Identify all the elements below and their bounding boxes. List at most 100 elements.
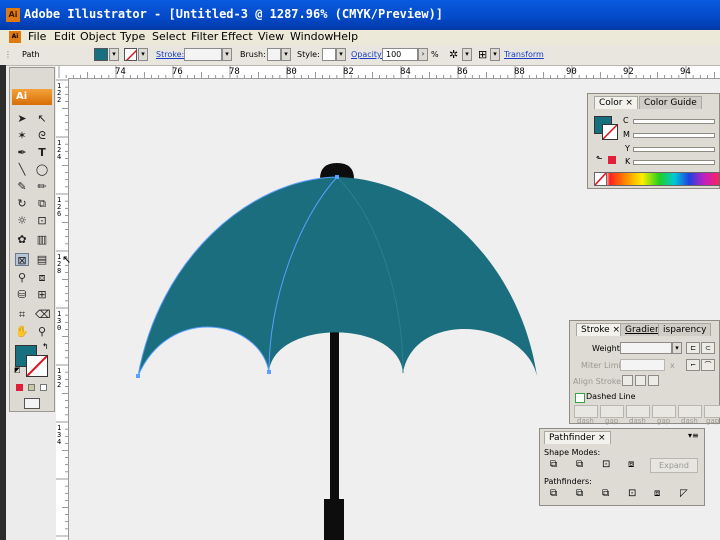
tab-stroke[interactable]: Stroke × (576, 323, 626, 336)
spectrum-none-swatch[interactable] (594, 172, 607, 186)
graph-tool-icon[interactable]: ▥ (35, 233, 49, 246)
swap-colors-icon[interactable]: ↰ (42, 342, 49, 351)
scale-tool-icon[interactable]: ⧉ (35, 197, 49, 210)
symbol-sprayer-tool-icon[interactable]: ✿ (15, 233, 29, 246)
tab-color-guide[interactable]: Color Guide (639, 96, 702, 109)
align-center-button[interactable] (622, 375, 633, 386)
minus-back-icon[interactable]: ◸ (680, 488, 688, 499)
default-colors-icon[interactable]: ◩ (14, 366, 21, 374)
blend-tool-icon[interactable]: ⧈ (35, 271, 49, 284)
screen-mode-icon[interactable] (24, 398, 40, 409)
gradient-tool-icon[interactable]: ▤ (35, 253, 49, 266)
channel-m-slider[interactable] (633, 133, 715, 138)
align-grid-icon[interactable]: ⊞ (478, 48, 487, 61)
mesh-tool-icon[interactable]: ⊠ (15, 253, 29, 267)
pen-tool-icon[interactable]: ✒ (15, 146, 29, 159)
align-inside-button[interactable] (635, 375, 646, 386)
anchor-point[interactable] (335, 175, 339, 179)
join-miter-button[interactable]: ⌐ (686, 359, 700, 371)
menu-window[interactable]: Window (290, 30, 333, 43)
eraser-tool-icon[interactable]: ⌫ (35, 308, 51, 321)
divide-icon[interactable]: ⧉ (550, 488, 557, 499)
style-swatch[interactable] (322, 48, 336, 61)
brush-dropdown[interactable]: ▾ (281, 48, 291, 61)
out-of-gamut-icon[interactable]: ⬑ (596, 154, 603, 163)
gamut-warning-swatch[interactable] (608, 156, 616, 164)
rotate-tool-icon[interactable]: ↻ (15, 197, 29, 210)
document-icon[interactable]: Ai (9, 31, 21, 43)
exclude-icon[interactable]: ⧈ (628, 459, 634, 470)
minus-front-icon[interactable]: ⧉ (576, 459, 583, 470)
weight-field[interactable] (620, 342, 672, 354)
slice-tool-icon[interactable]: ⌗ (15, 308, 29, 321)
pencil-tool-icon[interactable]: ✏ (35, 180, 49, 193)
live-paint-tool-icon[interactable]: ⛁ (15, 288, 29, 301)
stroke-none-swatch[interactable] (124, 48, 137, 61)
crop-icon[interactable]: ⊡ (628, 488, 636, 499)
fill-dropdown[interactable]: ▾ (109, 48, 119, 61)
color-mode-icon[interactable] (16, 384, 23, 391)
line-tool-icon[interactable]: ╲ (15, 163, 29, 176)
stroke-color-box[interactable] (26, 355, 48, 377)
menu-object[interactable]: Object (80, 30, 116, 43)
menu-file[interactable]: File (28, 30, 46, 43)
anchor-point[interactable] (267, 370, 271, 374)
align-outside-button[interactable] (648, 375, 659, 386)
paintbrush-tool-icon[interactable]: ✎ (15, 180, 29, 193)
opacity-dropdown[interactable]: › (418, 48, 428, 61)
expand-button[interactable]: Expand (650, 458, 698, 473)
menu-select[interactable]: Select (152, 30, 186, 43)
tab-transparency[interactable]: isparency (658, 323, 712, 336)
gradient-mode-icon[interactable] (28, 384, 35, 391)
channel-y-slider[interactable] (633, 147, 715, 152)
type-tool-icon[interactable]: T (35, 146, 49, 159)
tab-pathfinder[interactable]: Pathfinder × (544, 431, 611, 444)
menu-help[interactable]: Help (333, 30, 358, 43)
unite-icon[interactable]: ⧉ (550, 459, 557, 470)
trim-icon[interactable]: ⧉ (576, 488, 583, 499)
menu-type[interactable]: Type (120, 30, 145, 43)
free-transform-tool-icon[interactable]: ⊡ (35, 214, 49, 227)
menu-filter[interactable]: Filter (191, 30, 218, 43)
intersect-icon[interactable]: ⊡ (602, 459, 610, 470)
magic-wand-tool-icon[interactable]: ✶ (15, 129, 29, 142)
panel-stroke-swatch[interactable] (602, 124, 618, 140)
cap-round-button[interactable]: ⊂ (701, 342, 715, 354)
brush-field[interactable] (267, 48, 281, 61)
live-paint-selection-icon[interactable]: ⊞ (35, 288, 49, 301)
channel-k-slider[interactable] (633, 160, 715, 165)
eyedropper-tool-icon[interactable]: ⚲ (15, 271, 29, 284)
stroke-label[interactable]: Stroke: (156, 50, 184, 59)
stroke-dropdown[interactable]: ▾ (138, 48, 148, 61)
menu-view[interactable]: View (258, 30, 284, 43)
hand-tool-icon[interactable]: ✋ (15, 325, 29, 338)
recolor-dropdown[interactable]: ▾ (462, 48, 472, 61)
style-dropdown[interactable]: ▾ (336, 48, 346, 61)
opacity-field[interactable]: 100 (382, 48, 418, 61)
transform-link[interactable]: Transform (504, 50, 544, 59)
align-dropdown[interactable]: ▾ (490, 48, 500, 61)
umbrella-grip[interactable] (324, 499, 344, 540)
color-spectrum-bar[interactable] (594, 172, 720, 186)
dashed-line-checkbox[interactable] (575, 393, 585, 403)
lasso-tool-icon[interactable]: ᘓ (35, 129, 49, 142)
outline-icon[interactable]: ⧈ (654, 488, 660, 499)
join-round-button[interactable]: ⌒ (701, 359, 715, 371)
none-mode-icon[interactable] (40, 384, 47, 391)
menu-effect[interactable]: Effect (221, 30, 253, 43)
recolor-icon[interactable]: ✲ (449, 48, 458, 61)
fill-swatch[interactable] (94, 48, 108, 61)
stroke-weight-dropdown[interactable]: ▾ (222, 48, 232, 61)
merge-icon[interactable]: ⧉ (602, 488, 609, 499)
weight-dropdown[interactable]: ▾ (672, 342, 682, 354)
channel-c-slider[interactable] (633, 119, 715, 124)
panel-menu-icon[interactable]: ▾≡ (688, 431, 699, 440)
zoom-tool-icon[interactable]: ⚲ (35, 325, 49, 338)
selection-tool-icon[interactable]: ➤ (15, 112, 29, 125)
miter-limit-field[interactable] (620, 359, 665, 371)
stroke-weight-field[interactable] (184, 48, 222, 61)
opacity-label[interactable]: Opacity: (351, 50, 384, 59)
direct-selection-tool-icon[interactable]: ↖ (35, 112, 49, 125)
anchor-point[interactable] (136, 374, 140, 378)
tab-color[interactable]: Color × (594, 96, 638, 109)
